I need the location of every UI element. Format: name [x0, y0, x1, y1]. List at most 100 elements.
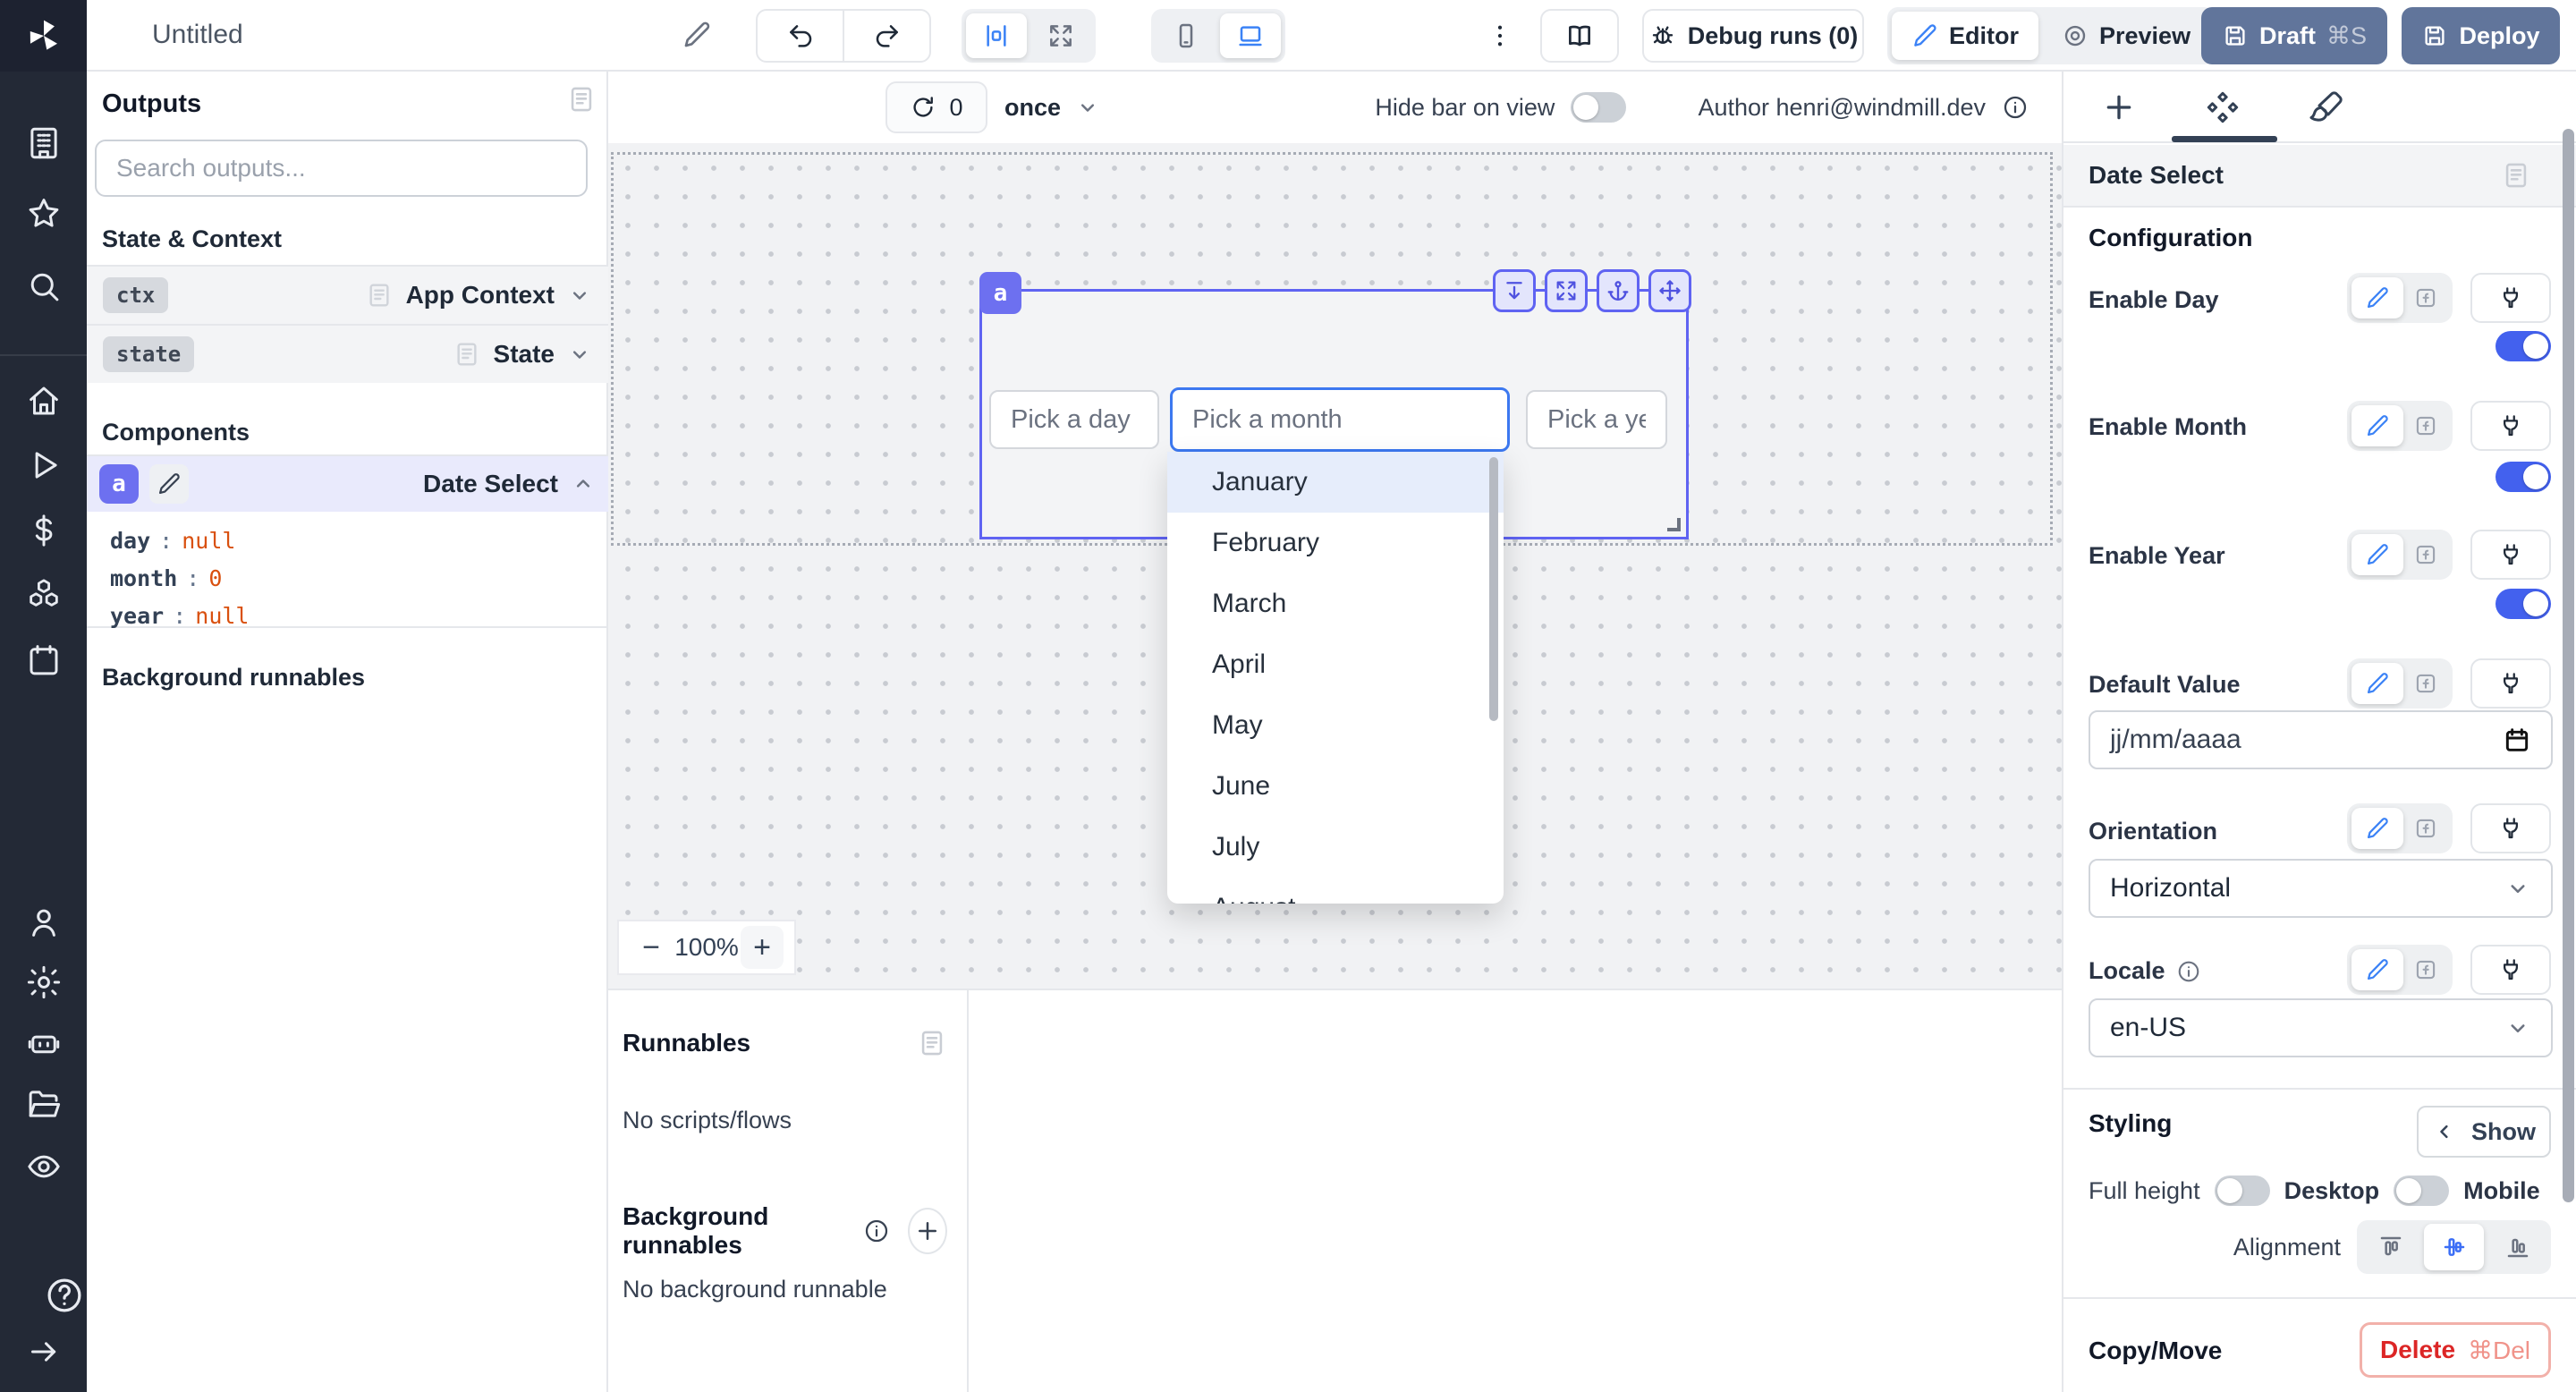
month-option[interactable]: May — [1167, 695, 1504, 756]
connect-plug-button[interactable] — [2470, 401, 2551, 451]
rename-component-pencil-icon[interactable] — [149, 464, 189, 504]
static-value-pencil-button[interactable] — [2351, 808, 2403, 849]
full-height-toggle[interactable] — [2215, 1176, 2270, 1206]
month-option[interactable]: January — [1167, 452, 1504, 513]
audit-eye-icon[interactable] — [25, 1148, 63, 1185]
fullwidth-layout-button[interactable] — [1030, 13, 1091, 58]
favorites-star-icon[interactable] — [25, 195, 63, 233]
info-icon[interactable] — [2176, 959, 2201, 984]
component-output-row[interactable]: a Date Select — [87, 454, 608, 512]
static-value-pencil-button[interactable] — [2351, 277, 2403, 318]
default-value-date-input[interactable]: jj/mm/aaaa — [2089, 710, 2553, 769]
refresh-mode-dropdown[interactable]: once — [1004, 72, 1100, 143]
desktop-style-toggle[interactable] — [2394, 1176, 2449, 1206]
undo-button[interactable] — [758, 11, 843, 61]
enable-day-toggle[interactable] — [2496, 331, 2551, 361]
month-option[interactable]: August — [1167, 878, 1504, 904]
variables-dollar-icon[interactable] — [25, 512, 63, 549]
chevron-down-icon[interactable] — [567, 342, 592, 367]
workers-robot-icon[interactable] — [25, 1025, 63, 1063]
hide-bar-toggle[interactable] — [1571, 92, 1626, 123]
chevron-up-icon[interactable] — [571, 471, 596, 497]
enable-month-toggle[interactable] — [2496, 462, 2551, 492]
expand-sidebar-arrow-icon[interactable] — [26, 1334, 62, 1370]
move-handle-icon[interactable] — [1648, 269, 1691, 312]
fx-expression-button[interactable] — [2403, 277, 2448, 318]
runs-play-icon[interactable] — [25, 446, 63, 484]
info-icon[interactable] — [863, 1218, 890, 1244]
fx-expression-button[interactable] — [2403, 663, 2448, 704]
doc-icon[interactable] — [2501, 160, 2531, 191]
settings-scrollbar[interactable] — [2563, 129, 2574, 1202]
static-value-pencil-button[interactable] — [2351, 663, 2403, 704]
state-output-row[interactable]: state State — [87, 324, 608, 383]
tab-insert-plus-icon[interactable] — [2100, 89, 2138, 126]
zoom-in-button[interactable]: + — [741, 926, 784, 969]
draft-button[interactable]: Draft ⌘S — [2201, 7, 2387, 64]
static-value-pencil-button[interactable] — [2351, 949, 2403, 990]
tab-global-styling-brush-icon[interactable] — [2308, 89, 2345, 126]
month-option[interactable]: April — [1167, 634, 1504, 695]
workspace-building-icon[interactable] — [25, 124, 63, 162]
add-background-runnable-button[interactable] — [908, 1208, 947, 1254]
fx-expression-button[interactable] — [2403, 405, 2448, 446]
static-value-pencil-button[interactable] — [2351, 405, 2403, 446]
search-outputs-input[interactable] — [95, 140, 588, 197]
pick-year-input[interactable] — [1526, 390, 1667, 449]
app-canvas[interactable]: a January February March April May June — [608, 143, 2062, 989]
search-icon[interactable] — [25, 267, 63, 305]
more-menu-button[interactable] — [1480, 13, 1520, 59]
centered-layout-button[interactable] — [966, 13, 1027, 58]
deploy-button[interactable]: Deploy — [2402, 7, 2560, 64]
dropdown-scrollbar[interactable] — [1489, 457, 1498, 721]
tab-component-settings-icon[interactable] — [2204, 89, 2241, 126]
month-option[interactable]: March — [1167, 573, 1504, 634]
resources-cubes-icon[interactable] — [25, 576, 63, 614]
connect-plug-button[interactable] — [2470, 945, 2551, 995]
refresh-count-button[interactable]: 0 — [886, 81, 987, 133]
calendar-icon[interactable] — [2503, 726, 2531, 754]
locale-select[interactable]: en-US — [2089, 998, 2553, 1057]
schedules-calendar-icon[interactable] — [25, 641, 63, 679]
connect-plug-button[interactable] — [2470, 803, 2551, 853]
pick-day-input[interactable] — [989, 390, 1159, 449]
connect-plug-button[interactable] — [2470, 658, 2551, 709]
fx-expression-button[interactable] — [2403, 534, 2448, 575]
info-icon[interactable] — [2002, 94, 2029, 121]
align-middle-button[interactable] — [2424, 1224, 2484, 1270]
folders-icon[interactable] — [25, 1085, 63, 1123]
tab-preview[interactable]: Preview — [2042, 12, 2210, 60]
month-option[interactable]: February — [1167, 513, 1504, 573]
outputs-doc-icon[interactable] — [566, 84, 597, 115]
orientation-select[interactable]: Horizontal — [2089, 859, 2553, 918]
ctx-output-row[interactable]: ctx App Context — [87, 265, 608, 324]
show-styling-button[interactable]: Show — [2417, 1106, 2551, 1158]
enable-year-toggle[interactable] — [2496, 589, 2551, 619]
align-top-button[interactable] — [2360, 1224, 2420, 1270]
tab-editor[interactable]: Editor — [1892, 12, 2038, 60]
debug-runs-button[interactable]: Debug runs (0) — [1642, 9, 1864, 63]
anchor-handle-icon[interactable] — [1597, 269, 1640, 312]
mobile-view-button[interactable] — [1156, 13, 1216, 58]
align-bottom-button[interactable] — [2487, 1224, 2547, 1270]
runnables-doc-icon[interactable] — [917, 1028, 947, 1058]
pick-month-input[interactable] — [1170, 387, 1510, 452]
month-option[interactable]: June — [1167, 756, 1504, 817]
component-resize-handle[interactable] — [1667, 518, 1681, 531]
delete-component-button[interactable]: Delete ⌘Del — [2360, 1322, 2551, 1378]
month-option[interactable]: July — [1167, 817, 1504, 878]
connect-plug-button[interactable] — [2470, 273, 2551, 323]
fx-expression-button[interactable] — [2403, 949, 2448, 990]
windmill-logo[interactable] — [0, 0, 87, 72]
settings-gear-icon[interactable] — [25, 963, 63, 1001]
redo-button[interactable] — [843, 11, 929, 61]
users-icon[interactable] — [25, 904, 63, 941]
connect-plug-button[interactable] — [2470, 530, 2551, 580]
static-value-pencil-button[interactable] — [2351, 534, 2403, 575]
fx-expression-button[interactable] — [2403, 808, 2448, 849]
rename-pencil-icon[interactable] — [682, 20, 712, 50]
zoom-out-button[interactable]: − — [630, 926, 673, 969]
fullscreen-handle-icon[interactable] — [1545, 269, 1588, 312]
home-icon[interactable] — [25, 382, 63, 420]
desktop-view-button[interactable] — [1220, 13, 1281, 58]
